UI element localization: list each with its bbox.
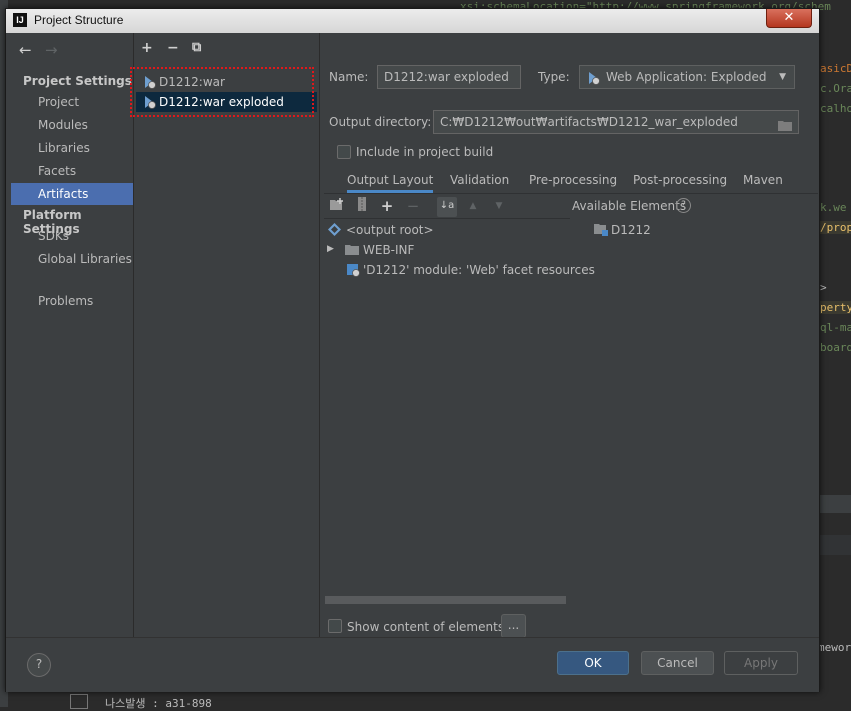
tab-validation[interactable]: Validation — [450, 173, 509, 187]
folder-icon — [345, 244, 359, 259]
project-structure-dialog: IJ Project Structure ✕ ← → Project Setti… — [5, 8, 820, 692]
show-content-checkbox[interactable] — [328, 619, 342, 633]
back-arrow-icon[interactable]: ← — [19, 41, 32, 59]
layout-divider — [324, 218, 570, 219]
output-root-icon — [328, 223, 341, 239]
sidebar-item-facets[interactable]: Facets — [11, 160, 133, 182]
tab-output-layout[interactable]: Output Layout — [347, 173, 434, 193]
include-in-build-label: Include in project build — [356, 145, 494, 159]
forward-arrow-icon[interactable]: → — [45, 41, 58, 59]
sidebar-item-libraries[interactable]: Libraries — [11, 137, 133, 159]
background-code-line: asicD — [820, 62, 851, 75]
include-in-build-checkbox[interactable] — [337, 145, 351, 159]
expand-arrow-icon[interactable]: ▶ — [327, 244, 334, 254]
tree-facet-resources[interactable]: 'D1212' module: 'Web' facet resources — [363, 263, 595, 277]
show-content-options-button[interactable]: ... — [501, 614, 526, 638]
background-code-line: k.we — [820, 201, 847, 214]
create-directory-icon[interactable] — [328, 197, 346, 215]
project-settings-heading: Project Settings — [23, 74, 132, 88]
background-panel-strip — [818, 535, 851, 555]
module-folder-icon — [594, 223, 608, 239]
close-button[interactable]: ✕ — [766, 9, 812, 28]
sort-elements-icon[interactable]: ↓a — [437, 197, 457, 217]
background-code-line: /prop — [820, 221, 851, 234]
dialog-footer: ? OK Cancel Apply — [6, 637, 819, 692]
folder-browse-icon[interactable] — [778, 116, 792, 138]
move-down-icon[interactable]: ▼ — [490, 197, 508, 215]
sidebar-item-modules[interactable]: Modules — [11, 114, 133, 136]
output-directory-label: Output directory: — [329, 115, 432, 129]
title-bar[interactable]: IJ Project Structure ✕ — [6, 9, 819, 33]
copy-artifact-icon[interactable]: ⧉ — [192, 40, 201, 55]
settings-sidebar: ← → Project Settings Project Modules Lib… — [11, 33, 134, 637]
background-code-line: ql-ma — [820, 321, 851, 334]
tree-web-inf[interactable]: WEB-INF — [363, 243, 414, 257]
help-button[interactable]: ? — [27, 653, 51, 677]
output-directory-value: C:₩D1212₩out₩artifacts₩D1212_war_explode… — [440, 115, 738, 129]
sidebar-item-global-libraries[interactable]: Global Libraries — [11, 248, 133, 270]
move-up-icon[interactable]: ▲ — [464, 197, 482, 215]
background-console-line: 나스발생 : a31-898 — [105, 697, 212, 710]
background-code-line: > — [820, 281, 827, 294]
show-content-label: Show content of elements — [347, 620, 505, 634]
background-code-line: calho — [820, 102, 851, 115]
tab-post-processing[interactable]: Post-processing — [633, 173, 727, 187]
background-code-line: perty — [820, 301, 851, 314]
web-exploded-type-icon — [586, 70, 600, 92]
background-panel-strip — [818, 495, 851, 513]
help-icon[interactable]: ? — [676, 198, 691, 213]
name-field[interactable]: D1212:war exploded — [377, 65, 521, 89]
sidebar-item-sdks[interactable]: SDKs — [11, 225, 133, 247]
web-facet-icon — [347, 264, 360, 280]
type-value: Web Application: Exploded — [606, 70, 767, 84]
apply-button[interactable]: Apply — [724, 651, 798, 675]
intellij-app-icon: IJ — [13, 13, 27, 27]
ok-button[interactable]: OK — [557, 651, 629, 675]
horizontal-scrollbar[interactable] — [325, 596, 566, 604]
tree-output-root[interactable]: <output root> — [346, 223, 434, 237]
tab-pre-processing[interactable]: Pre-processing — [529, 173, 617, 187]
artifacts-list-panel: + − ⧉ D1212:war D1212:war exploded — [130, 33, 320, 637]
chevron-down-icon: ▼ — [779, 72, 786, 82]
available-item-d1212[interactable]: D1212 — [611, 223, 651, 237]
sidebar-item-problems[interactable]: Problems — [11, 290, 133, 312]
type-select[interactable]: Web Application: Exploded ▼ — [579, 65, 795, 89]
name-label: Name: — [329, 70, 369, 84]
remove-artifact-icon[interactable]: − — [167, 40, 179, 56]
artifact-details-panel: Name: D1212:war exploded Type: Web Appli… — [320, 33, 818, 638]
remove-element-icon[interactable]: − — [404, 197, 422, 215]
background-code-line: mewor — [818, 641, 851, 654]
sidebar-item-project[interactable]: Project — [11, 91, 133, 113]
type-label: Type: — [538, 70, 570, 84]
sidebar-item-artifacts[interactable]: Artifacts — [11, 183, 133, 205]
tab-maven[interactable]: Maven — [743, 173, 783, 187]
background-code-line: board — [820, 341, 851, 354]
archive-icon[interactable] — [353, 197, 371, 215]
cancel-button[interactable]: Cancel — [641, 651, 714, 675]
tabs-divider — [324, 193, 818, 194]
output-directory-field[interactable]: C:₩D1212₩out₩artifacts₩D1212_war_explode… — [433, 110, 799, 134]
add-element-icon[interactable]: + — [378, 197, 396, 215]
background-code-line: c.Ora — [820, 82, 851, 95]
window-title: Project Structure — [34, 13, 124, 27]
available-elements-label: Available Elements — [572, 199, 687, 213]
highlight-annotation-box — [130, 67, 314, 117]
add-artifact-icon[interactable]: + — [141, 40, 153, 56]
